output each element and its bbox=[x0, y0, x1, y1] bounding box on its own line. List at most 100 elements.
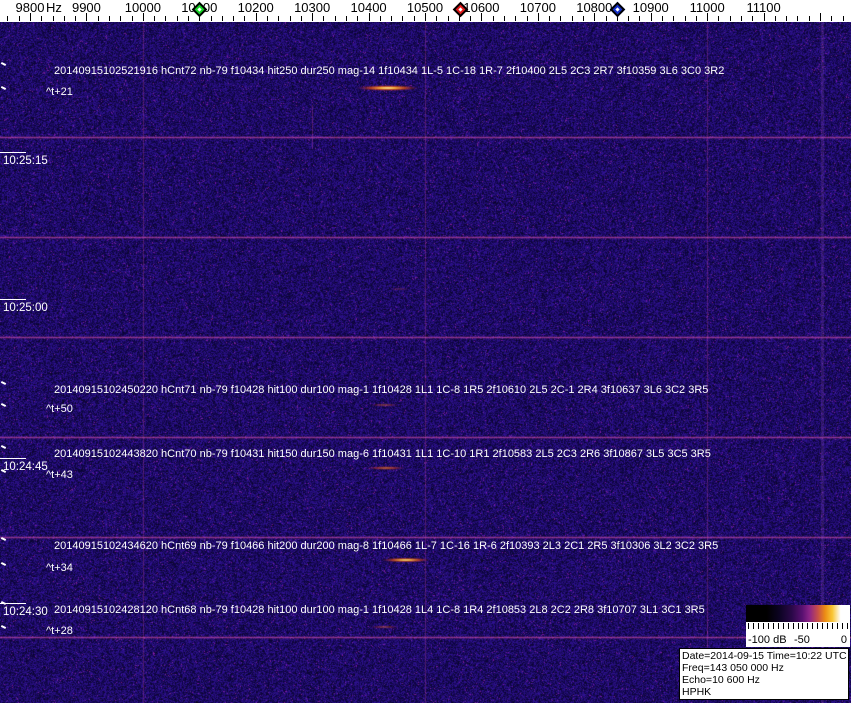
freq-axis-tick bbox=[391, 16, 393, 21]
freq-axis-tick bbox=[346, 16, 347, 21]
frequency-axis: 9800Hz9900100001010010200103001040010500… bbox=[0, 0, 851, 22]
freq-axis-tick bbox=[820, 13, 822, 21]
freq-axis-tick bbox=[379, 16, 381, 21]
freq-axis-tick bbox=[583, 16, 584, 21]
freq-axis-tick bbox=[492, 16, 494, 21]
freq-axis-tick bbox=[278, 16, 280, 21]
freq-axis-tick bbox=[605, 16, 607, 21]
spectrogram-canvas[interactable] bbox=[0, 22, 851, 703]
freq-axis-tick bbox=[41, 16, 43, 21]
freq-axis-tick bbox=[7, 16, 9, 21]
freq-axis-tick bbox=[312, 13, 314, 21]
colorbar-legend: -100 dB -50 0 bbox=[746, 605, 850, 647]
freq-axis-tick bbox=[786, 16, 788, 21]
freq-axis-tick bbox=[233, 16, 235, 21]
freq-axis-tick bbox=[526, 16, 528, 21]
info-frequency: Freq=143 050 000 Hz bbox=[682, 662, 784, 674]
freq-axis-tick bbox=[831, 16, 833, 21]
freq-axis-tick bbox=[154, 16, 156, 21]
freq-axis-tick bbox=[18, 16, 20, 21]
freq-axis-tick bbox=[75, 16, 77, 21]
freq-axis-tick bbox=[707, 13, 709, 21]
colorbar-label-max: 0 bbox=[840, 634, 847, 646]
freq-axis-tick bbox=[142, 13, 144, 21]
freq-axis-tick bbox=[718, 16, 720, 21]
colorbar-tick bbox=[847, 623, 848, 629]
colorbar-tick bbox=[777, 623, 779, 629]
freq-axis-tick bbox=[549, 16, 551, 21]
colorbar-tick bbox=[812, 623, 814, 629]
freq-axis-tick bbox=[97, 16, 99, 21]
colorbar-tick bbox=[827, 623, 829, 629]
info-station-id: HPHK bbox=[682, 686, 712, 698]
freq-axis-tick bbox=[662, 16, 664, 21]
colorbar-tick bbox=[807, 623, 809, 629]
freq-axis-tick bbox=[594, 13, 596, 21]
freq-axis-tick bbox=[368, 13, 370, 21]
colorbar-tick bbox=[832, 623, 834, 629]
colorbar-tick bbox=[817, 623, 819, 629]
freq-axis-tick bbox=[436, 16, 438, 21]
marker-center-dot bbox=[197, 7, 202, 12]
freq-axis-tick bbox=[808, 16, 810, 21]
freq-axis-tick bbox=[413, 16, 415, 21]
colorbar-tick bbox=[822, 623, 824, 629]
freq-axis-tick bbox=[537, 13, 539, 21]
freq-axis-tick bbox=[210, 16, 212, 21]
colorbar-tick bbox=[842, 623, 844, 629]
freq-axis-tick bbox=[300, 16, 302, 21]
colorbar-tick bbox=[802, 623, 804, 629]
freq-axis-tick bbox=[763, 13, 765, 21]
colorbar-tick bbox=[837, 623, 839, 629]
freq-axis-tick bbox=[425, 13, 426, 21]
colorbar-tick bbox=[792, 623, 794, 629]
freq-axis-tick bbox=[244, 16, 246, 21]
freq-axis-tick bbox=[30, 13, 31, 21]
colorbar-tick bbox=[752, 623, 754, 629]
freq-axis-tick bbox=[289, 16, 291, 21]
colorbar-label-mid: -50 bbox=[794, 634, 810, 646]
freq-axis-tick bbox=[639, 16, 641, 21]
freq-axis-tick bbox=[752, 16, 754, 21]
freq-axis-tick bbox=[797, 16, 799, 21]
colorbar-tick bbox=[782, 623, 784, 629]
colorbar-labels: -100 dB -50 0 bbox=[746, 634, 850, 647]
freq-axis-tick bbox=[470, 16, 472, 21]
freq-axis-tick bbox=[673, 16, 675, 21]
freq-axis-tick bbox=[86, 13, 88, 21]
freq-axis-tick bbox=[481, 13, 483, 21]
colorbar-label-min: -100 dB bbox=[748, 634, 787, 646]
freq-axis-tick bbox=[447, 16, 449, 21]
freq-axis-tick bbox=[402, 16, 404, 21]
freq-axis-tick bbox=[357, 16, 359, 21]
freq-axis-tick bbox=[741, 16, 743, 21]
freq-axis-tick bbox=[165, 16, 167, 21]
freq-axis-tick bbox=[176, 16, 178, 21]
colorbar-tick bbox=[772, 623, 774, 629]
freq-axis-tick bbox=[571, 16, 573, 21]
info-date-time: Date=2014-09-15 Time=10:22 UTC bbox=[682, 650, 847, 662]
colorbar-tick bbox=[762, 623, 764, 629]
freq-axis-tick bbox=[684, 16, 686, 21]
colorbar-tick bbox=[787, 623, 789, 629]
marker-center-dot bbox=[615, 7, 620, 12]
colorbar-tick bbox=[767, 623, 769, 629]
meteor-spectrogram-window: 9800Hz9900100001010010200103001040010500… bbox=[0, 0, 851, 703]
freq-axis-tick bbox=[504, 16, 505, 21]
freq-axis-tick bbox=[650, 13, 652, 21]
freq-axis-tick bbox=[63, 16, 65, 21]
colorbar-tick bbox=[797, 623, 799, 629]
freq-axis-tick bbox=[221, 16, 223, 21]
freq-axis-unit-label: Hz bbox=[46, 0, 62, 15]
colorbar-gradient bbox=[746, 605, 850, 622]
colorbar-ruler bbox=[746, 622, 850, 634]
freq-axis-tick bbox=[109, 16, 110, 21]
status-info-box: Date=2014-09-15 Time=10:22 UTC Freq=143 … bbox=[679, 648, 849, 700]
freq-axis-tick bbox=[334, 16, 336, 21]
freq-axis-tick bbox=[267, 16, 268, 21]
freq-axis-tick bbox=[323, 16, 325, 21]
freq-axis-tick bbox=[628, 16, 630, 21]
freq-axis-tick bbox=[695, 16, 697, 21]
colorbar-tick bbox=[757, 623, 759, 629]
freq-axis-tick bbox=[842, 16, 844, 21]
